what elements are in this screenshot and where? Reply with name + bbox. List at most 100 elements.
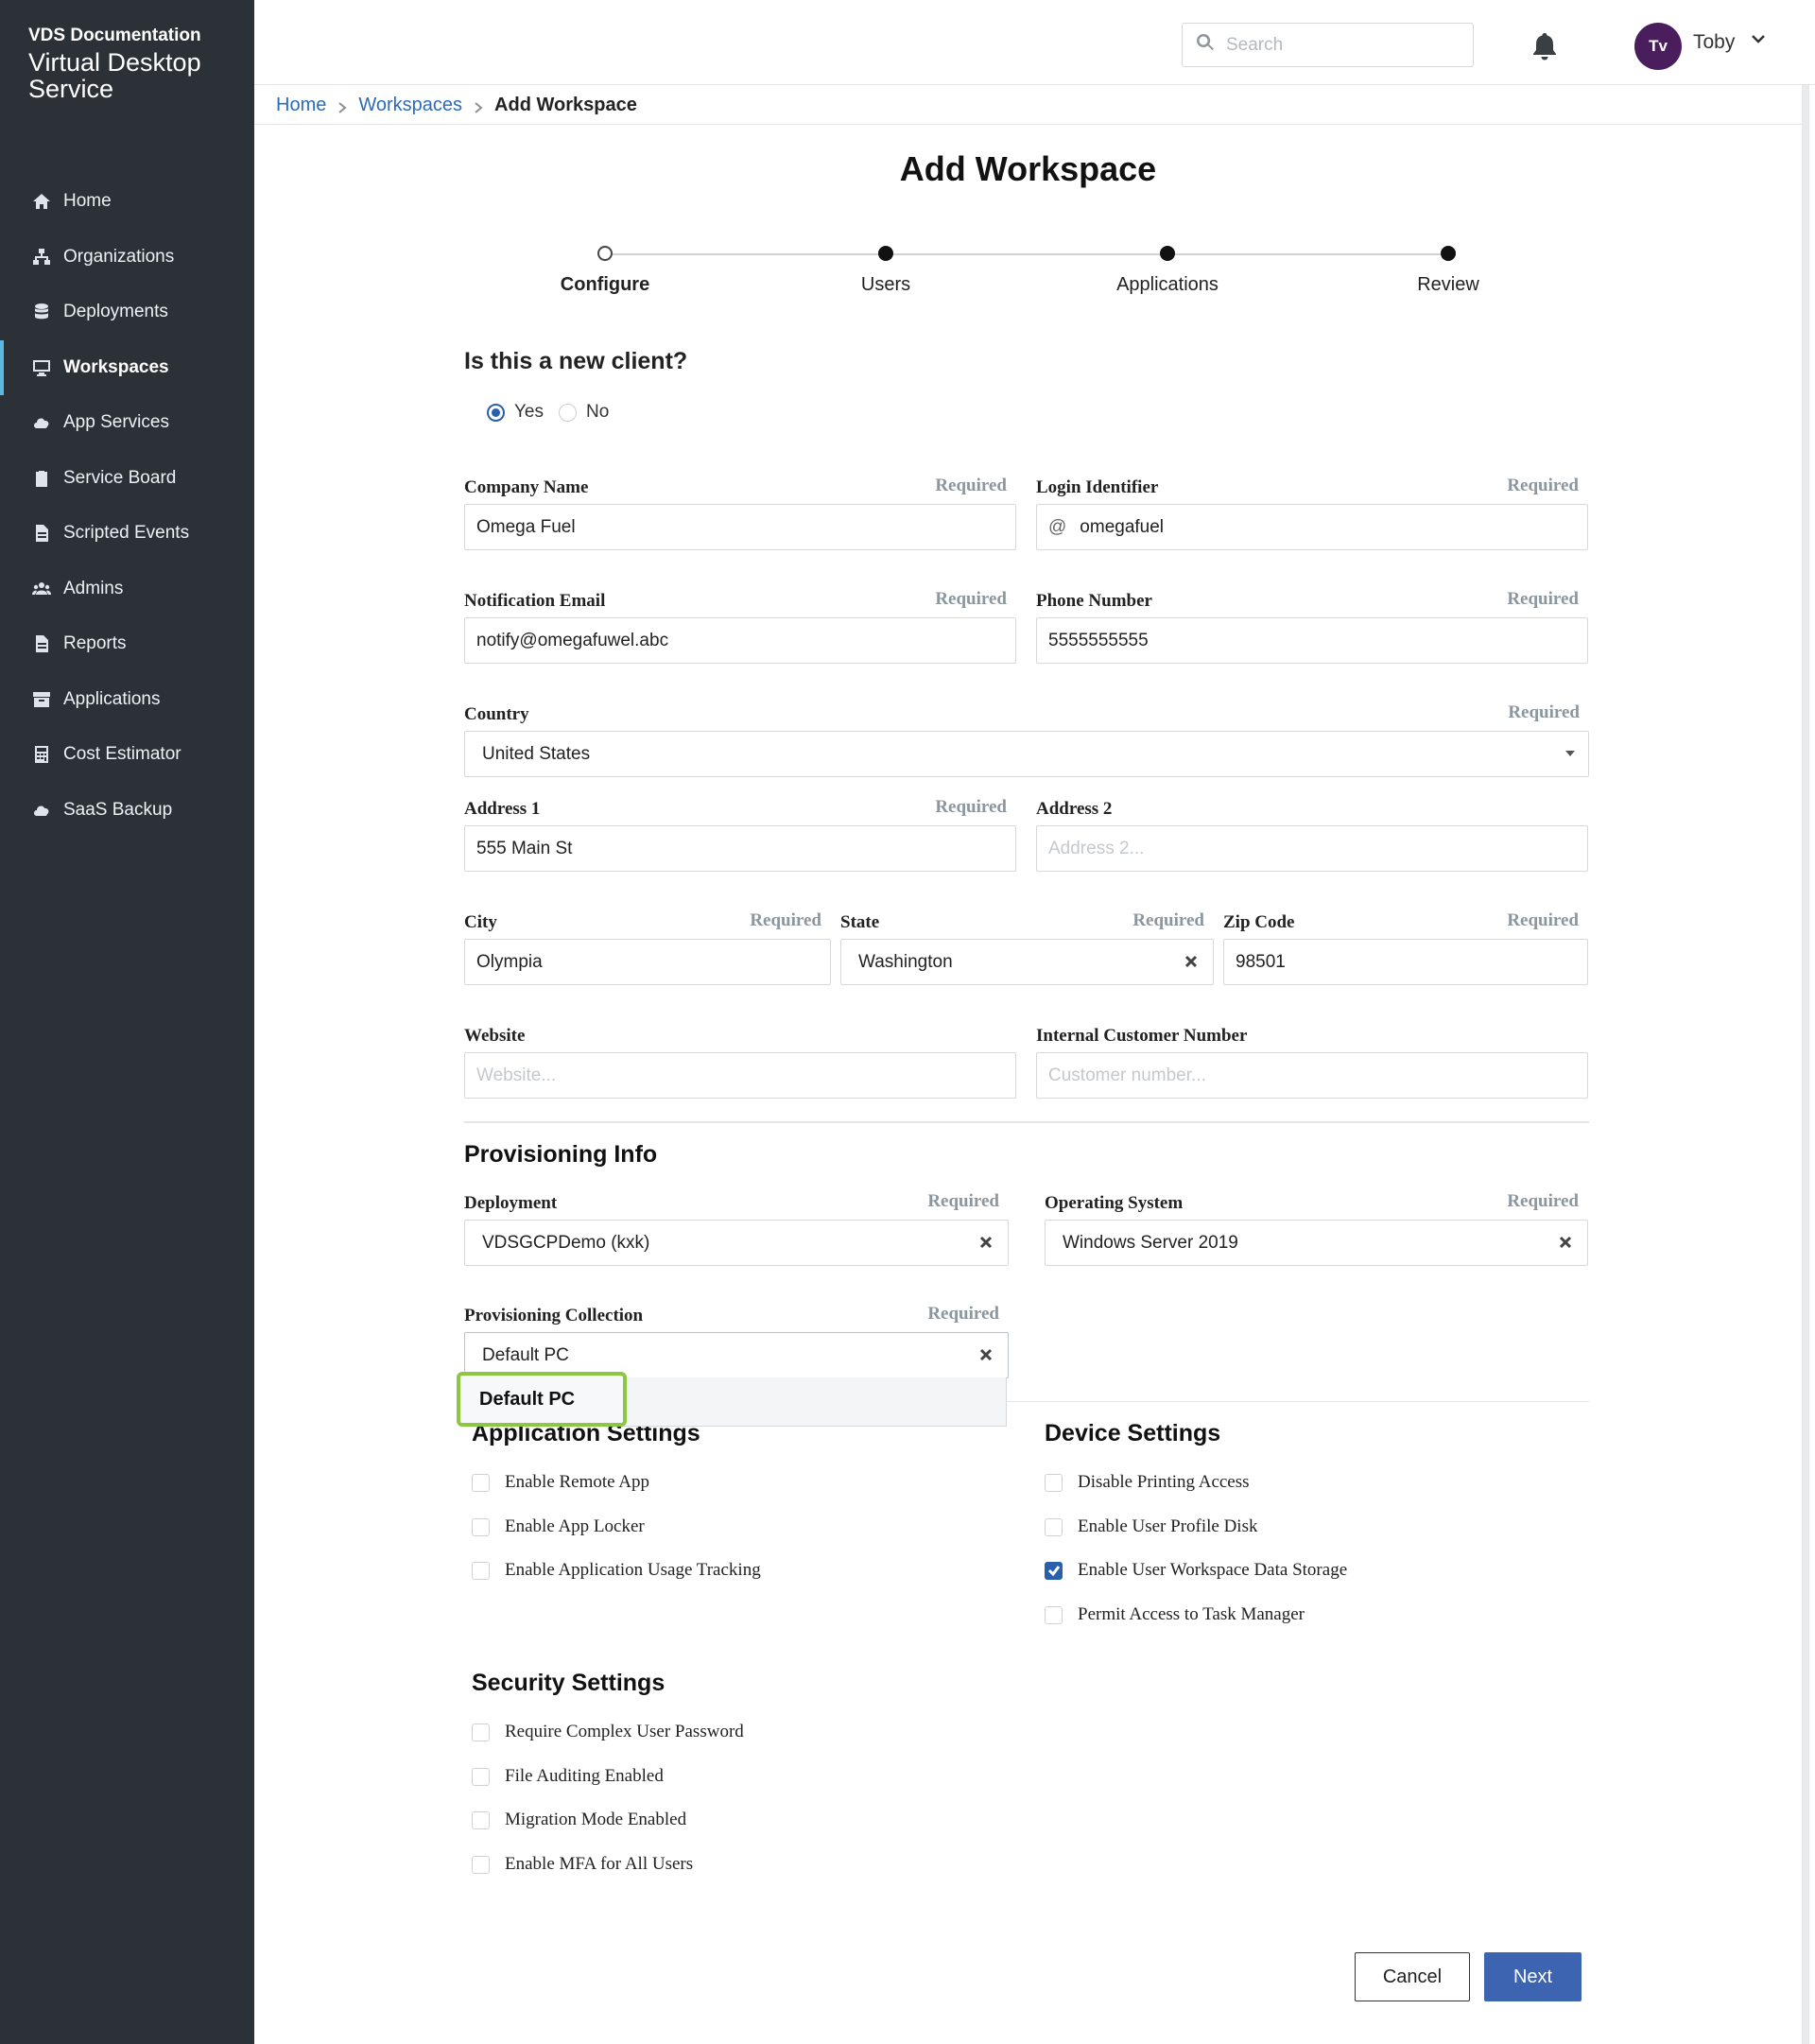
checkbox-enable-app-locker[interactable]: Enable App Locker bbox=[472, 1516, 645, 1537]
sidebar-item-label: Applications bbox=[63, 688, 161, 709]
sidebar-item-label: Deployments bbox=[63, 302, 168, 322]
sidebar-item-label: Service Board bbox=[63, 467, 177, 488]
clear-icon[interactable] bbox=[1184, 953, 1201, 970]
zip-code-input[interactable] bbox=[1236, 951, 1587, 973]
field-label: Country bbox=[464, 704, 529, 724]
checkbox-migration-mode[interactable]: Migration Mode Enabled bbox=[472, 1810, 686, 1830]
chevron-down-icon[interactable] bbox=[1750, 30, 1767, 47]
notifications-bell-icon[interactable] bbox=[1530, 31, 1559, 61]
phone-number-input[interactable] bbox=[1048, 630, 1587, 651]
step-review[interactable]: Review bbox=[1354, 244, 1543, 296]
checkbox-label: Enable User Profile Disk bbox=[1078, 1516, 1258, 1536]
checkbox[interactable] bbox=[472, 1855, 490, 1874]
step-users[interactable]: Users bbox=[791, 244, 980, 296]
city-input-box[interactable] bbox=[464, 939, 831, 985]
sidebar-item-label: Scripted Events bbox=[63, 523, 190, 544]
sidebar-item-admins[interactable]: Admins bbox=[0, 562, 254, 617]
address2-input-box[interactable] bbox=[1036, 825, 1588, 872]
sidebar-item-scripted-events[interactable]: Scripted Events bbox=[0, 506, 254, 562]
checkbox-enable-mfa[interactable]: Enable MFA for All Users bbox=[472, 1854, 693, 1875]
checkbox[interactable] bbox=[1045, 1517, 1063, 1536]
scrollbar[interactable] bbox=[1802, 85, 1809, 2044]
field-label: Internal Customer Number bbox=[1036, 1026, 1248, 1046]
sidebar-item-saas-backup[interactable]: SaaS Backup bbox=[0, 783, 254, 839]
operating-system-select[interactable]: Windows Server 2019 bbox=[1045, 1220, 1588, 1266]
checkbox[interactable] bbox=[472, 1723, 490, 1741]
company-name-input[interactable] bbox=[476, 516, 1015, 538]
checkbox-label: Require Complex User Password bbox=[505, 1722, 744, 1741]
login-identifier-input[interactable] bbox=[1080, 516, 1587, 538]
checkbox-user-profile-disk[interactable]: Enable User Profile Disk bbox=[1045, 1516, 1257, 1537]
zip-code-input-box[interactable] bbox=[1223, 939, 1588, 985]
checkbox-checked[interactable] bbox=[1045, 1561, 1063, 1580]
address1-input[interactable] bbox=[476, 838, 1015, 859]
sidebar-item-organizations[interactable]: Organizations bbox=[0, 230, 254, 286]
state-select[interactable]: Washington bbox=[840, 939, 1214, 985]
breadcrumb-home[interactable]: Home bbox=[276, 95, 326, 116]
sidebar-item-home[interactable]: Home bbox=[0, 174, 254, 230]
notification-email-input-box[interactable] bbox=[464, 617, 1016, 664]
step-dot-current bbox=[597, 246, 613, 261]
chevron-right-icon bbox=[472, 98, 485, 113]
country-select[interactable]: United States bbox=[464, 731, 1589, 777]
company-name-input-box[interactable] bbox=[464, 504, 1016, 550]
checkbox[interactable] bbox=[1045, 1605, 1063, 1624]
sidebar-item-app-services[interactable]: App Services bbox=[0, 395, 254, 451]
notification-email-field: Notification Email Required bbox=[464, 589, 1016, 667]
checkbox[interactable] bbox=[1045, 1473, 1063, 1492]
address2-input[interactable] bbox=[1048, 838, 1587, 859]
address1-field: Address 1 Required bbox=[464, 797, 1016, 875]
sidebar-item-deployments[interactable]: Deployments bbox=[0, 285, 254, 340]
sidebar-item-cost-estimator[interactable]: Cost Estimator bbox=[0, 727, 254, 783]
login-identifier-input-box[interactable]: @ bbox=[1036, 504, 1588, 550]
clear-icon[interactable] bbox=[1559, 1234, 1576, 1251]
deployment-select[interactable]: VDSGCPDemo (kxk) bbox=[464, 1220, 1009, 1266]
sidebar-item-service-board[interactable]: Service Board bbox=[0, 451, 254, 507]
notification-email-input[interactable] bbox=[476, 630, 1015, 651]
checkbox-label: Disable Printing Access bbox=[1078, 1472, 1250, 1492]
radio-no[interactable] bbox=[559, 403, 577, 422]
sidebar-item-label: App Services bbox=[63, 412, 169, 433]
next-button[interactable]: Next bbox=[1484, 1952, 1582, 2001]
calculator-icon bbox=[31, 744, 52, 765]
phone-number-input-box[interactable] bbox=[1036, 617, 1588, 664]
customer-number-input-box[interactable] bbox=[1036, 1052, 1588, 1099]
checkbox-enable-usage-tracking[interactable]: Enable Application Usage Tracking bbox=[472, 1560, 761, 1581]
avatar[interactable]: Tv bbox=[1634, 23, 1682, 70]
checkbox[interactable] bbox=[472, 1561, 490, 1580]
dropdown-option-default-pc[interactable]: Default PC bbox=[457, 1372, 627, 1427]
search-box[interactable] bbox=[1182, 23, 1474, 67]
checkbox-disable-printing[interactable]: Disable Printing Access bbox=[1045, 1472, 1250, 1493]
clear-icon[interactable] bbox=[979, 1234, 996, 1251]
search-input[interactable] bbox=[1226, 34, 1453, 56]
customer-number-input[interactable] bbox=[1048, 1065, 1587, 1086]
checkbox-task-manager[interactable]: Permit Access to Task Manager bbox=[1045, 1604, 1305, 1625]
step-configure[interactable]: Configure bbox=[510, 244, 700, 296]
radio-yes[interactable] bbox=[487, 403, 505, 422]
checkbox[interactable] bbox=[472, 1810, 490, 1829]
cancel-button[interactable]: Cancel bbox=[1355, 1952, 1470, 2001]
website-input-box[interactable] bbox=[464, 1052, 1016, 1099]
checkbox-label: Enable Application Usage Tracking bbox=[505, 1560, 761, 1580]
sidebar-item-reports[interactable]: Reports bbox=[0, 616, 254, 672]
chevron-right-icon bbox=[336, 98, 349, 113]
clear-icon[interactable] bbox=[979, 1346, 996, 1363]
step-applications[interactable]: Applications bbox=[1073, 244, 1262, 296]
checkbox-workspace-data-storage[interactable]: Enable User Workspace Data Storage bbox=[1045, 1560, 1347, 1581]
checkbox[interactable] bbox=[472, 1517, 490, 1536]
search-icon bbox=[1196, 33, 1215, 57]
city-input[interactable] bbox=[476, 951, 830, 973]
checkbox[interactable] bbox=[472, 1767, 490, 1786]
breadcrumb-workspaces[interactable]: Workspaces bbox=[358, 95, 462, 116]
sidebar-item-workspaces[interactable]: Workspaces bbox=[0, 339, 254, 395]
address1-input-box[interactable] bbox=[464, 825, 1016, 872]
checkbox-file-auditing[interactable]: File Auditing Enabled bbox=[472, 1766, 664, 1787]
sidebar-item-applications[interactable]: Applications bbox=[0, 672, 254, 728]
checkbox-enable-remote-app[interactable]: Enable Remote App bbox=[472, 1472, 649, 1493]
user-name[interactable]: Toby bbox=[1693, 31, 1735, 54]
checkbox[interactable] bbox=[472, 1473, 490, 1492]
website-input[interactable] bbox=[476, 1065, 1015, 1086]
org-icon bbox=[31, 247, 52, 268]
checkbox-complex-password[interactable]: Require Complex User Password bbox=[472, 1722, 744, 1742]
brand-product: Virtual Desktop Service bbox=[28, 48, 201, 103]
